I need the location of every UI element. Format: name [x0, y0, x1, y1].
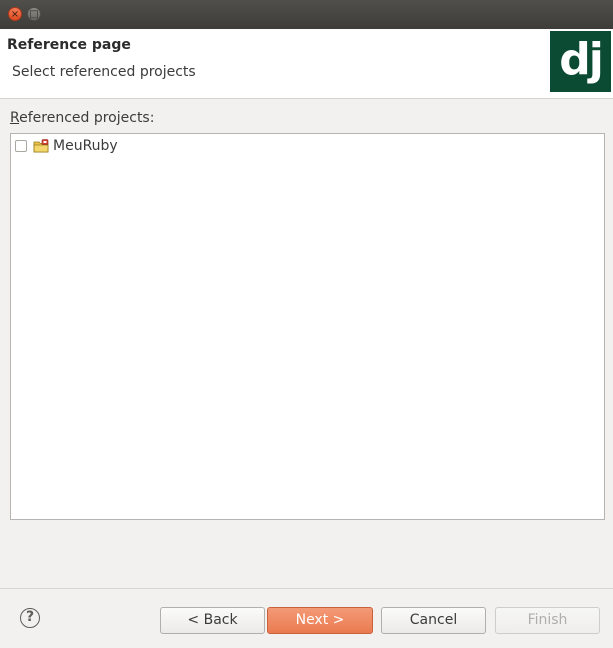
window-maximize-button[interactable]: □: [27, 7, 41, 21]
project-name: MeuRuby: [53, 138, 118, 154]
wizard-header: Reference page Select referenced project…: [0, 29, 613, 99]
page-title: Reference page: [7, 37, 131, 53]
window-titlebar: × □: [0, 0, 613, 29]
next-button[interactable]: Next >: [267, 607, 373, 634]
label-text: eferenced projects:: [19, 110, 155, 126]
help-icon[interactable]: ?: [20, 608, 40, 628]
footer-separator: [0, 588, 613, 589]
cancel-button[interactable]: Cancel: [381, 607, 486, 634]
referenced-projects-label: Referenced projects:: [10, 110, 154, 126]
finish-button[interactable]: Finish: [495, 607, 600, 634]
window-close-button[interactable]: ×: [8, 7, 22, 21]
list-item[interactable]: MeuRuby: [15, 137, 118, 155]
django-logo: dj: [550, 31, 611, 92]
page-description: Select referenced projects: [12, 64, 196, 80]
label-mnemonic: R: [10, 110, 20, 126]
project-checkbox[interactable]: [15, 140, 27, 152]
referenced-projects-list[interactable]: MeuRuby: [10, 133, 605, 520]
back-button[interactable]: < Back: [160, 607, 265, 634]
project-folder-icon: [33, 139, 49, 153]
